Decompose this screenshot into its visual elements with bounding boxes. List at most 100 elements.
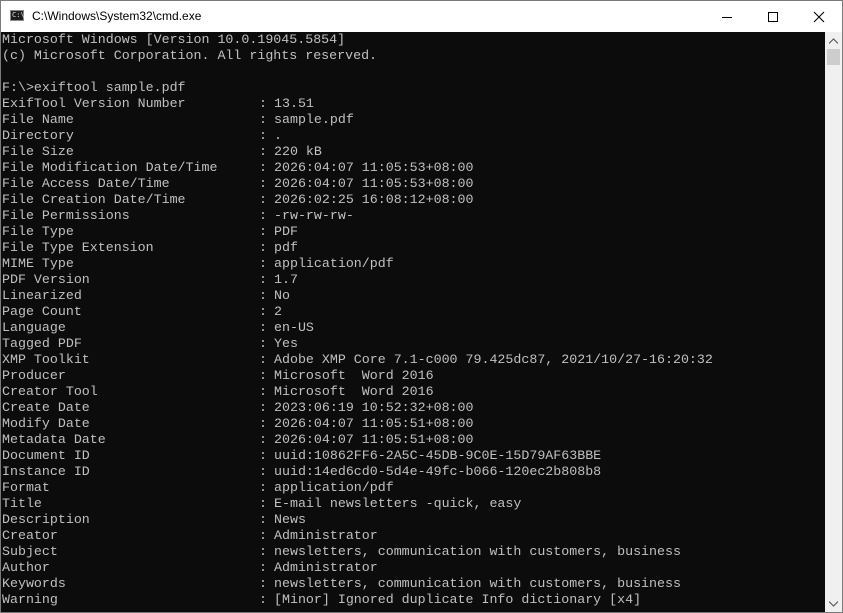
- metadata-value: 2026:04:07 11:05:51+08:00: [274, 432, 474, 447]
- metadata-key: Title: [2, 496, 42, 511]
- metadata-value: [Minor] Ignored duplicate Info dictionar…: [274, 592, 642, 607]
- metadata-value: 220 kB: [274, 144, 322, 159]
- metadata-key: Tagged PDF: [2, 336, 82, 351]
- console-output[interactable]: Microsoft Windows [Version 10.0.19045.58…: [1, 32, 825, 612]
- metadata-separator: :: [259, 368, 267, 383]
- metadata-value: 2023:06:19 10:52:32+08:00: [274, 400, 474, 415]
- metadata-key: File Type Extension: [2, 240, 154, 255]
- metadata-key: Linearized: [2, 288, 82, 303]
- scroll-thumb[interactable]: [827, 49, 840, 65]
- metadata-value: News: [274, 512, 306, 527]
- header-line: (c) Microsoft Corporation. All rights re…: [2, 48, 378, 63]
- metadata-separator: :: [259, 464, 267, 479]
- scroll-up-button[interactable]: [825, 32, 842, 49]
- metadata-key: File Creation Date/Time: [2, 192, 186, 207]
- metadata-separator: :: [259, 288, 267, 303]
- metadata-value: 2026:02:25 16:08:12+08:00: [274, 192, 474, 207]
- metadata-value: -rw-rw-rw-: [274, 208, 354, 223]
- metadata-value: 2026:04:07 11:05:53+08:00: [274, 160, 474, 175]
- maximize-button[interactable]: [750, 1, 796, 32]
- metadata-separator: :: [259, 128, 267, 143]
- metadata-key: Warning: [2, 592, 58, 607]
- metadata-key: Producer: [2, 368, 66, 383]
- metadata-separator: :: [259, 144, 267, 159]
- metadata-value: uuid:14ed6cd0-5d4e-49fc-b066-120ec2b808b…: [274, 464, 602, 479]
- vertical-scrollbar[interactable]: [825, 32, 842, 612]
- metadata-key: File Name: [2, 112, 74, 127]
- command-line: F:\>exiftool sample.pdf: [2, 80, 186, 95]
- scroll-down-button[interactable]: [825, 595, 842, 612]
- metadata-key: File Type: [2, 224, 74, 239]
- metadata-key: Creator: [2, 528, 58, 543]
- metadata-separator: :: [259, 528, 267, 543]
- header-line: Microsoft Windows [Version 10.0.19045.58…: [2, 32, 346, 47]
- metadata-separator: :: [259, 160, 267, 175]
- metadata-value: .: [274, 128, 282, 143]
- metadata-separator: :: [259, 176, 267, 191]
- metadata-value: sample.pdf: [274, 112, 354, 127]
- metadata-key: File Size: [2, 144, 74, 159]
- metadata-value: 2026:04:07 11:05:51+08:00: [274, 416, 474, 431]
- metadata-key: XMP Toolkit: [2, 352, 90, 367]
- scroll-up-arrow-icon: [829, 37, 838, 44]
- metadata-key: File Modification Date/Time: [2, 160, 218, 175]
- metadata-key: File Access Date/Time: [2, 176, 170, 191]
- metadata-separator: :: [259, 544, 267, 559]
- metadata-separator: :: [259, 416, 267, 431]
- metadata-separator: :: [259, 192, 267, 207]
- metadata-separator: :: [259, 560, 267, 575]
- metadata-value: E-mail newsletters -quick, easy: [274, 496, 522, 511]
- metadata-value: Administrator: [274, 560, 378, 575]
- metadata-key: Author: [2, 560, 50, 575]
- metadata-key: Creator Tool: [2, 384, 98, 399]
- maximize-icon: [768, 11, 778, 22]
- metadata-separator: :: [259, 272, 267, 287]
- metadata-separator: :: [259, 448, 267, 463]
- window-title: C:\Windows\System32\cmd.exe: [32, 9, 202, 23]
- metadata-value: 2: [274, 304, 282, 319]
- metadata-key: Page Count: [2, 304, 82, 319]
- metadata-separator: :: [259, 208, 267, 223]
- metadata-key: Description: [2, 512, 90, 527]
- title-bar[interactable]: C:\ C:\Windows\System32\cmd.exe: [1, 1, 842, 32]
- metadata-key: Directory: [2, 128, 74, 143]
- metadata-value: 13.51: [274, 96, 314, 111]
- metadata-key: Subject: [2, 544, 58, 559]
- scroll-down-arrow-icon: [829, 600, 838, 607]
- metadata-separator: :: [259, 352, 267, 367]
- metadata-value: 1.7: [274, 272, 298, 287]
- metadata-value: No: [274, 288, 290, 303]
- metadata-key: Language: [2, 320, 66, 335]
- close-button[interactable]: [796, 1, 842, 32]
- metadata-separator: :: [259, 224, 267, 239]
- metadata-key: Document ID: [2, 448, 90, 463]
- metadata-separator: :: [259, 112, 267, 127]
- metadata-separator: :: [259, 512, 267, 527]
- metadata-value: uuid:10862FF6-2A5C-45DB-9C0E-15D79AF63BB…: [274, 448, 602, 463]
- metadata-value: en-US: [274, 320, 314, 335]
- metadata-separator: :: [259, 480, 267, 495]
- metadata-separator: :: [259, 240, 267, 255]
- metadata-separator: :: [259, 432, 267, 447]
- metadata-separator: :: [259, 576, 267, 591]
- metadata-key: MIME Type: [2, 256, 74, 271]
- metadata-value: Yes: [274, 336, 298, 351]
- metadata-value: newsletters, communication with customer…: [274, 544, 681, 559]
- metadata-key: Format: [2, 480, 50, 495]
- metadata-separator: :: [259, 336, 267, 351]
- metadata-separator: :: [259, 496, 267, 511]
- metadata-separator: :: [259, 320, 267, 335]
- metadata-value: newsletters, communication with customer…: [274, 576, 681, 591]
- metadata-separator: :: [259, 256, 267, 271]
- metadata-key: ExifTool Version Number: [2, 96, 186, 111]
- metadata-value: application/pdf: [274, 480, 394, 495]
- metadata-key: Metadata Date: [2, 432, 106, 447]
- metadata-separator: :: [259, 384, 267, 399]
- cmd-icon[interactable]: C:\: [10, 10, 25, 21]
- metadata-key: Keywords: [2, 576, 66, 591]
- cmd-window: C:\ C:\Windows\System32\cmd.exe Microsof…: [0, 0, 843, 613]
- metadata-value: application/pdf: [274, 256, 394, 271]
- metadata-separator: :: [259, 592, 267, 607]
- metadata-key: File Permissions: [2, 208, 130, 223]
- minimize-button[interactable]: [704, 1, 750, 32]
